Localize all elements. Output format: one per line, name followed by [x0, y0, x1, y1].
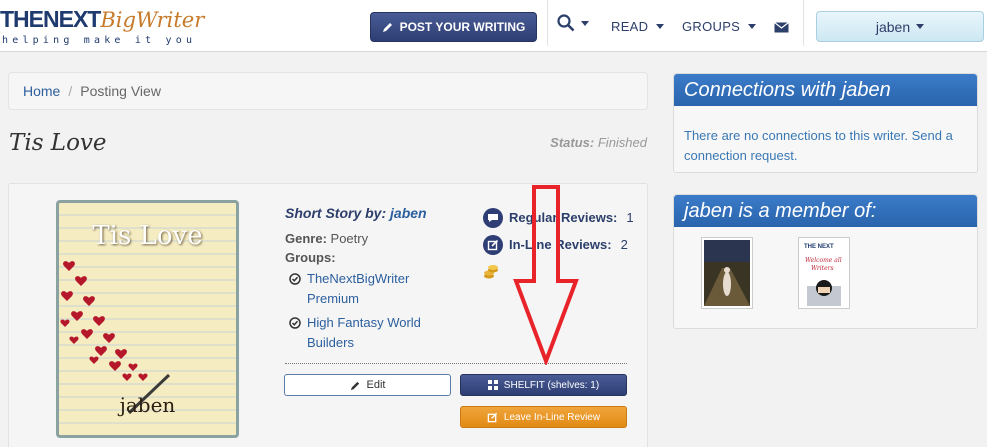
breadcrumb-home-link[interactable]: Home: [23, 83, 60, 99]
status-value: Finished: [597, 135, 647, 150]
site-logo[interactable]: THENEXTBigWriter helping make it you: [0, 4, 215, 50]
genre-row: Genre: Poetry: [285, 231, 455, 246]
group-name: High Fantasy World Builders: [307, 315, 421, 350]
connections-text[interactable]: There are no connections to this writer.…: [674, 106, 977, 176]
check-circle-icon: [289, 273, 301, 285]
inline-reviews-count: 2: [620, 237, 628, 252]
groups-label: Groups:: [285, 250, 336, 265]
grid-icon: [487, 380, 498, 390]
breadcrumb: Home / Posting View: [8, 72, 648, 110]
connections-panel: Connections with jaben There are no conn…: [673, 73, 978, 173]
group-thumbnails: THE NEXT Welcome all Writers: [674, 227, 977, 317]
story-type-label: Short Story by:: [285, 205, 387, 221]
shelfit-button[interactable]: SHELFIT (shelves: 1): [460, 374, 627, 396]
status-text: Status: Finished: [550, 135, 647, 150]
status-label: Status:: [550, 135, 595, 150]
top-navbar: THENEXTBigWriter helping make it you POS…: [0, 0, 987, 52]
post-writing-button[interactable]: POST YOUR WRITING: [370, 12, 537, 42]
leave-inline-review-button[interactable]: Leave In-Line Review: [460, 406, 627, 428]
chevron-down-icon: [916, 24, 925, 29]
group-link[interactable]: High Fantasy World Builders: [285, 313, 455, 353]
svg-text:Welcome all: Welcome all: [805, 257, 842, 264]
regular-reviews-count: 1: [626, 210, 634, 225]
breadcrumb-current: Posting View: [80, 83, 161, 99]
logo-script-text: BigWriter: [100, 8, 205, 32]
post-writing-label: POST YOUR WRITING: [399, 20, 526, 34]
breadcrumb-separator: /: [68, 83, 73, 99]
group-thumbnail[interactable]: [701, 237, 753, 309]
nav-read-label: READ: [611, 19, 649, 34]
envelope-icon: [774, 22, 789, 33]
genre-value: Poetry: [330, 231, 369, 246]
pencil-icon: [350, 381, 359, 390]
check-circle-icon: [289, 317, 301, 329]
logo-tagline: helping make it you: [2, 35, 197, 46]
chevron-down-icon: [748, 24, 757, 29]
nav-groups-label: GROUPS: [682, 19, 741, 34]
shelfit-label: SHELFIT (shelves: 1): [503, 379, 600, 391]
group-link[interactable]: TheNextBigWriter Premium: [285, 269, 455, 309]
pencil-icon: [382, 23, 392, 32]
nav-groups[interactable]: GROUPS: [682, 19, 757, 34]
welcome-writers-image: THE NEXT Welcome all Writers: [801, 240, 847, 306]
chevron-down-icon: [581, 20, 589, 26]
group-thumbnail[interactable]: THE NEXT Welcome all Writers: [798, 237, 850, 309]
fantasy-group-image: [704, 240, 750, 306]
user-menu-button[interactable]: jaben: [816, 11, 984, 42]
chevron-down-icon: [656, 24, 665, 29]
page-title: Tis Love: [9, 130, 107, 156]
nav-divider: [547, 0, 548, 46]
svg-text:Writers: Writers: [811, 265, 834, 272]
story-info: Short Story by: jaben Genre: Poetry Grou…: [285, 205, 455, 353]
cover-author: jaben: [119, 393, 176, 417]
member-title: jaben is a member of:: [674, 195, 977, 227]
cover-title: Tis Love: [92, 221, 203, 251]
connections-title: Connections with jaben: [674, 74, 977, 106]
coins-icon: [484, 264, 498, 278]
messages-link[interactable]: [774, 20, 789, 38]
edit-label: Edit: [366, 379, 386, 391]
leave-inline-review-label: Leave In-Line Review: [503, 411, 601, 423]
edit-square-icon: [487, 412, 498, 422]
svg-text:THE NEXT: THE NEXT: [804, 244, 834, 250]
edit-square-icon: [483, 234, 503, 255]
speech-bubble-icon: [483, 207, 503, 228]
search-dropdown[interactable]: [557, 14, 589, 32]
user-name: jaben: [875, 18, 911, 35]
genre-label: Genre:: [285, 231, 327, 246]
nav-read[interactable]: READ: [611, 19, 665, 34]
groups-member-panel: jaben is a member of: THE NEXT Welcome a…: [673, 194, 978, 329]
search-icon: [557, 14, 575, 32]
edit-button[interactable]: Edit: [284, 374, 451, 396]
logo-main-text: THENEXT: [0, 6, 101, 32]
annotation-arrow: [513, 185, 579, 365]
author-link[interactable]: jaben: [390, 205, 427, 221]
nav-divider: [803, 0, 804, 46]
story-type: Short Story by: jaben: [285, 205, 455, 221]
group-name: TheNextBigWriter Premium: [307, 271, 410, 306]
story-cover-image[interactable]: Tis Love jaben: [56, 200, 239, 438]
